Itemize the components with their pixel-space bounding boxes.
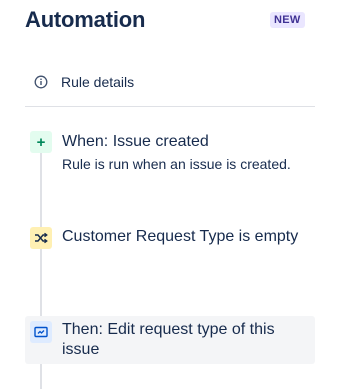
rule-details-label: Rule details bbox=[61, 74, 135, 90]
rule-details-link[interactable]: Rule details bbox=[34, 72, 134, 92]
info-icon bbox=[34, 75, 48, 89]
trigger-title: When: Issue created bbox=[62, 133, 209, 150]
edit-request-icon bbox=[30, 321, 52, 343]
action-step[interactable]: Then: Edit request type of this issue bbox=[25, 316, 315, 364]
page-title: Automation bbox=[25, 7, 146, 32]
page-header: Automation NEW bbox=[25, 7, 305, 37]
new-badge: NEW bbox=[270, 12, 305, 28]
divider bbox=[25, 106, 315, 107]
condition-step[interactable]: Customer Request Type is empty bbox=[25, 220, 315, 280]
action-title: Then: Edit request type of this issue bbox=[62, 321, 275, 358]
trigger-step[interactable]: + When: Issue created Rule is run when a… bbox=[25, 122, 315, 182]
trigger-description: Rule is run when an issue is created. bbox=[62, 156, 291, 172]
plus-icon: + bbox=[30, 131, 52, 153]
shuffle-icon bbox=[30, 227, 52, 249]
condition-title: Customer Request Type is empty bbox=[62, 228, 299, 245]
